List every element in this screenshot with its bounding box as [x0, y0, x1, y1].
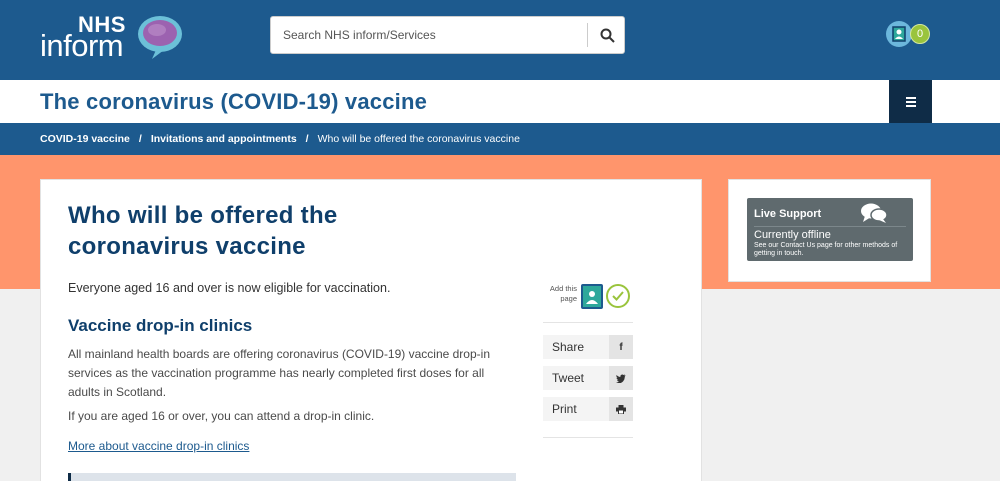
- facebook-icon: f: [609, 335, 633, 359]
- intro-text: Everyone aged 16 and over is now eligibl…: [68, 281, 391, 295]
- breadcrumb-current: Who will be offered the coronavirus vacc…: [317, 133, 520, 145]
- title-bar: The coronavirus (COVID-19) vaccine: [0, 80, 1000, 123]
- hamburger-icon-line: [905, 96, 916, 99]
- print-label: Print: [552, 402, 577, 416]
- support-note: See our Contact Us page for other method…: [754, 242, 898, 257]
- body-paragraph-2: If you are aged 16 or over, you can atte…: [68, 409, 375, 423]
- body-paragraph: All mainland health boards are offering …: [68, 347, 490, 399]
- live-support-card: Live Support Currently offline See our C…: [728, 179, 931, 282]
- info-callout: [68, 473, 516, 481]
- chat-bubbles-icon: [861, 203, 888, 223]
- add-page-icon: [581, 284, 603, 309]
- menu-button[interactable]: [889, 80, 932, 123]
- check-icon: [606, 284, 630, 308]
- share-panel: Share f Tweet Print: [543, 322, 633, 438]
- article-card: Who will be offered the coronavirus vacc…: [40, 179, 702, 481]
- logo-inform-text: inform: [40, 28, 124, 63]
- live-support-button[interactable]: Live Support Currently offline See our C…: [747, 198, 913, 261]
- breadcrumb: COVID-19 vaccine / Invitations and appoi…: [0, 123, 1000, 155]
- hamburger-icon-line: [905, 100, 916, 103]
- share-label: Share: [552, 340, 585, 354]
- breadcrumb-covid-vaccine[interactable]: COVID-19 vaccine: [40, 133, 130, 145]
- share-facebook-button[interactable]: Share f: [543, 335, 633, 359]
- breadcrumb-separator: /: [138, 133, 142, 145]
- support-status: Currently offline: [754, 229, 831, 241]
- section-heading: Vaccine drop-in clinics: [68, 316, 253, 335]
- add-this-page[interactable]: Add this page: [539, 284, 634, 314]
- nhs-inform-logo[interactable]: NHS inform: [40, 12, 185, 63]
- breadcrumb-separator: /: [305, 133, 309, 145]
- add-page-label: Add this page: [549, 284, 577, 303]
- tweet-button[interactable]: Tweet: [543, 366, 633, 390]
- print-icon: [609, 397, 633, 421]
- tweet-label: Tweet: [552, 371, 585, 385]
- search-input[interactable]: [271, 17, 587, 53]
- live-support-title: Live Support: [754, 208, 822, 220]
- breadcrumb-invitations[interactable]: Invitations and appointments: [151, 133, 297, 145]
- drop-in-clinics-link[interactable]: More about vaccine drop-in clinics: [68, 439, 249, 453]
- search-bar: [270, 16, 625, 54]
- saved-page-icon: [886, 21, 912, 47]
- search-icon: [600, 28, 615, 43]
- search-divider: [587, 23, 588, 47]
- search-button[interactable]: [589, 17, 625, 53]
- hamburger-icon-line: [905, 104, 916, 107]
- page-title: The coronavirus (COVID-19) vaccine: [40, 89, 428, 114]
- print-button[interactable]: Print: [543, 397, 633, 421]
- site-header: NHS inform 0: [0, 0, 1000, 80]
- article-title: Who will be offered the coronavirus vacc…: [68, 202, 338, 260]
- twitter-icon: [609, 366, 633, 390]
- speech-bubble-icon: [138, 16, 182, 59]
- saved-pages-button[interactable]: 0: [886, 21, 932, 47]
- support-divider: [754, 226, 906, 227]
- saved-count-badge: 0: [910, 24, 930, 44]
